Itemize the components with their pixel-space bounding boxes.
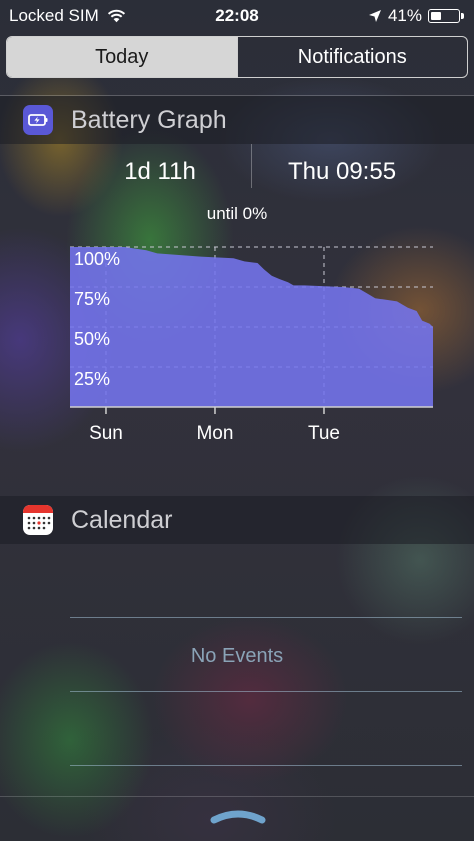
status-bar: Locked SIM 22:08 41% bbox=[0, 0, 474, 32]
calendar-grid-icon bbox=[23, 505, 53, 530]
x-ticks: Sun Mon Tue bbox=[89, 407, 340, 444]
no-events-label: No Events bbox=[190, 645, 284, 667]
calendar-divider-bottom bbox=[70, 765, 462, 766]
location-arrow-icon bbox=[368, 10, 381, 22]
battery-graph-app-icon bbox=[23, 105, 53, 135]
today-notifications-segmented-control: Today Notifications bbox=[6, 36, 468, 78]
calendar-divider-middle bbox=[70, 691, 462, 692]
calendar-divider-top bbox=[70, 617, 462, 618]
battery-level-area bbox=[70, 247, 433, 407]
tab-notifications[interactable]: Notifications bbox=[236, 37, 468, 77]
y-tick-label: 75% bbox=[74, 289, 110, 309]
empty-time: Thu 09:55 bbox=[287, 158, 397, 185]
time-remaining: 1d 11h bbox=[124, 158, 196, 185]
battery-percent: 41% bbox=[387, 6, 422, 25]
battery-body bbox=[428, 9, 460, 23]
x-tick-label: Mon bbox=[196, 423, 233, 444]
bottom-divider bbox=[0, 796, 474, 797]
battery-graph-header[interactable]: Battery Graph bbox=[0, 96, 474, 144]
x-tick-label: Tue bbox=[308, 423, 340, 444]
y-tick-label: 25% bbox=[74, 369, 110, 389]
until-label: until 0% bbox=[206, 204, 268, 223]
calendar-app-icon bbox=[23, 505, 53, 535]
battery-fill bbox=[431, 12, 441, 20]
battery-graph-title: Battery Graph bbox=[71, 106, 227, 134]
battery-outline-icon bbox=[28, 114, 48, 126]
status-right: 41% bbox=[368, 6, 464, 26]
y-tick-label: 100% bbox=[74, 249, 120, 269]
calendar-header[interactable]: Calendar bbox=[0, 496, 474, 544]
x-tick-label: Sun bbox=[89, 423, 123, 444]
battery-chart: 100% 75% 50% 25% Sun Mon Tue bbox=[70, 246, 433, 444]
close-grabber-handle[interactable] bbox=[210, 808, 266, 828]
y-tick-label: 50% bbox=[74, 329, 110, 349]
battery-icon bbox=[428, 9, 464, 23]
calendar-title: Calendar bbox=[71, 506, 173, 534]
battery-tip bbox=[461, 13, 464, 19]
tab-today[interactable]: Today bbox=[7, 37, 237, 77]
